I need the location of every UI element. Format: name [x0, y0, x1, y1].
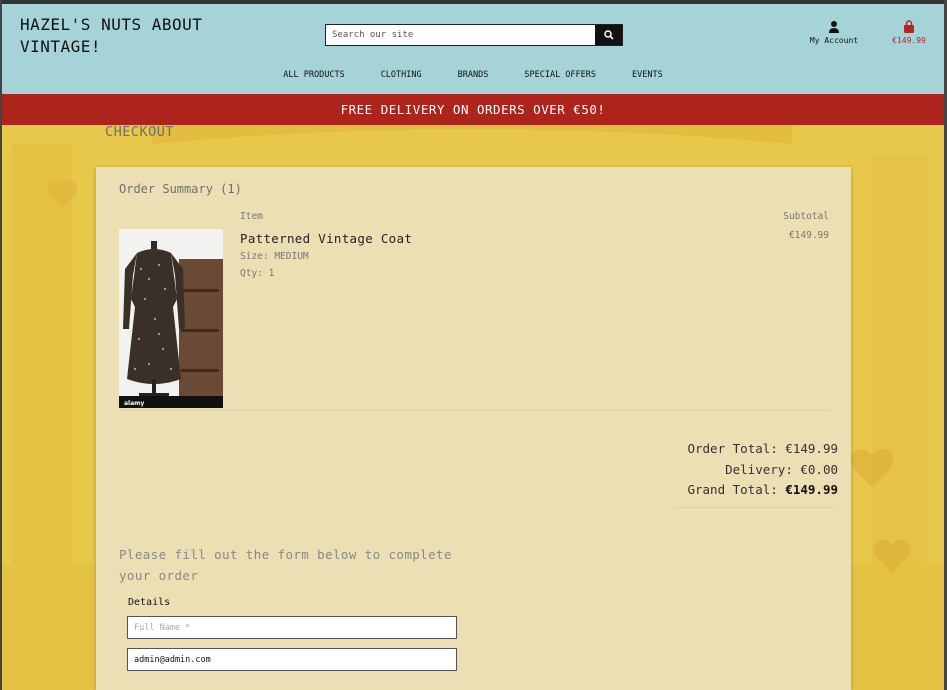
nav-events[interactable]: EVENTS — [614, 70, 681, 80]
summary-divider — [119, 410, 831, 411]
page-title: CHECKOUT — [105, 124, 175, 140]
user-icon — [829, 21, 839, 33]
totals-divider — [674, 507, 836, 508]
nav-special-offers[interactable]: SPECIAL OFFERS — [506, 70, 614, 80]
subtotal-column-header: Subtotal — [783, 211, 829, 222]
item-column-header: Item — [240, 211, 263, 222]
order-total: Order Total: €149.99 — [687, 441, 838, 456]
nav-clothing[interactable]: CLOTHING — [363, 70, 440, 80]
my-account-label: My Account — [809, 36, 859, 45]
cart-link[interactable]: €149.99 — [886, 20, 932, 45]
cart-total: €149.99 — [892, 36, 926, 45]
product-quantity: Qty: 1 — [240, 268, 275, 279]
grand-total-value: €149.99 — [785, 482, 838, 497]
image-watermark-text: alamy — [124, 400, 144, 407]
my-account-link[interactable]: My Account — [802, 20, 866, 45]
search-input[interactable] — [326, 25, 595, 45]
site-logo[interactable]: HAZEL'S NUTS ABOUT VINTAGE! — [20, 14, 280, 58]
shopping-bag-icon — [904, 20, 914, 33]
email-field[interactable] — [127, 648, 457, 671]
product-subtotal: €149.99 — [788, 230, 829, 241]
grand-total-label: Grand Total: — [687, 482, 786, 497]
product-size: Size: MEDIUM — [240, 251, 309, 262]
nav-all-products[interactable]: ALL PRODUCTS — [265, 70, 362, 80]
order-summary-title: Order Summary (1) — [119, 182, 242, 196]
details-fieldset-label: Details — [128, 597, 171, 608]
delivery-cost: Delivery: €0.00 — [725, 461, 838, 477]
checkout-card: Order Summary (1) Item Subtotal alamy Pa… — [96, 167, 851, 690]
product-name[interactable]: Patterned Vintage Coat — [240, 231, 412, 246]
site-header: HAZEL'S NUTS ABOUT VINTAGE! My Account €… — [2, 4, 944, 94]
search-bar — [325, 24, 623, 46]
grand-total-row: Grand Total: €149.99 — [687, 480, 838, 501]
search-icon — [603, 30, 614, 40]
free-delivery-banner: FREE DELIVERY ON ORDERS OVER €50! — [2, 94, 944, 125]
main-nav: ALL PRODUCTS CLOTHING BRANDS SPECIAL OFF… — [2, 70, 944, 80]
product-image[interactable]: alamy — [119, 229, 223, 408]
full-name-field[interactable] — [127, 616, 457, 639]
search-button[interactable] — [595, 25, 622, 45]
form-instructions: Please fill out the form below to comple… — [119, 547, 452, 583]
order-totals: Order Total: €149.99 Delivery: €0.00 Gra… — [687, 439, 838, 501]
nav-brands[interactable]: BRANDS — [440, 70, 507, 80]
